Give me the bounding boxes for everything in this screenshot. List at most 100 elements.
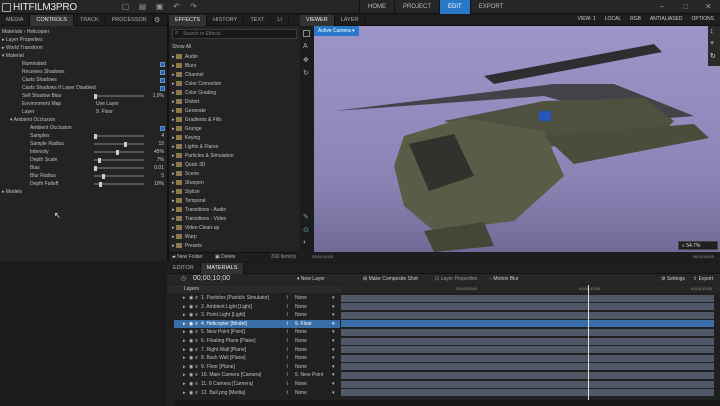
effect-folder-generate[interactable]: ▸ Generate xyxy=(172,107,206,115)
effect-folder-color-grading[interactable]: ▸ Color Grading xyxy=(172,89,216,97)
parent-select[interactable]: None xyxy=(295,294,307,302)
expand-arrow-icon[interactable]: ▸ xyxy=(183,320,186,328)
tab-history[interactable]: HISTORY xyxy=(207,15,245,26)
receives-shadows-checkbox[interactable] xyxy=(160,70,165,75)
illuminated-checkbox[interactable] xyxy=(160,62,165,67)
parent-select[interactable]: None xyxy=(295,389,307,397)
maximize-icon[interactable]: □ xyxy=(683,2,688,11)
effect-folder-audio[interactable]: ▸ Audio xyxy=(172,53,198,61)
parent-select[interactable]: None xyxy=(295,380,307,388)
effects-search[interactable]: ⌕ Search in Effects xyxy=(172,29,297,39)
lock-icon[interactable]: ≡ xyxy=(195,389,198,397)
chevron-down-icon[interactable]: ▾ xyxy=(332,371,335,379)
motion-blur-button[interactable]: ◌ Motion Blur xyxy=(489,276,519,282)
visibility-icon[interactable]: ◉ xyxy=(189,346,193,354)
layer-row[interactable]: ▸ ◉ ≡ 2. Ambient Light [Light] ⌇ None ▾ xyxy=(174,303,340,311)
view-select[interactable]: VIEW: 1 xyxy=(577,16,595,22)
layer-row[interactable]: ▸ ◉ ≡ 1. Particles [Particle Simulator] ⌇ Non… xyxy=(174,294,340,302)
layer-row[interactable]: ▸ ◉ ≡ 8. Back Wall [Plane] ⌇ None ▾ xyxy=(174,354,340,362)
visibility-icon[interactable]: ◉ xyxy=(189,389,193,397)
layer-row[interactable]: ▸ ◉ ≡ 6. Floating Plane [Plane] ⌇ None ▾ xyxy=(174,337,340,345)
camera-select[interactable]: Active Camera ▾ xyxy=(314,26,359,36)
tab-li[interactable]: LI xyxy=(271,15,289,26)
layer-track-bar[interactable] xyxy=(341,337,714,345)
lock-icon[interactable]: ≡ xyxy=(195,380,198,388)
chevron-down-icon[interactable]: ▾ xyxy=(332,303,335,311)
layer-row[interactable]: ▸ ◉ ≡ 7. Right Wall [Plane] ⌇ None ▾ xyxy=(174,346,340,354)
new-layer-button[interactable]: ▾ New Layer xyxy=(297,276,325,282)
zoom-level[interactable]: ⌕ 54.7% xyxy=(678,241,718,250)
tab-home[interactable]: HOME xyxy=(359,0,394,14)
parent-select[interactable]: 9. Floor xyxy=(295,320,312,328)
layer-track-bar[interactable] xyxy=(341,294,714,302)
select-tool-icon[interactable] xyxy=(303,30,310,37)
effect-folder-warp[interactable]: ▸ Warp xyxy=(172,233,197,241)
expand-arrow-icon[interactable]: ▸ xyxy=(183,337,186,345)
expand-arrow-icon[interactable]: ▸ xyxy=(183,363,186,371)
row-layer-properties[interactable]: ▸ Layer Properties xyxy=(2,36,43,44)
settings-button[interactable]: ⚙ Settings xyxy=(661,276,685,282)
new-icon[interactable]: ▢ xyxy=(120,2,131,12)
effect-folder-grunge[interactable]: ▸ Grunge xyxy=(172,125,202,133)
parent-select[interactable]: None xyxy=(295,303,307,311)
visibility-icon[interactable]: ◉ xyxy=(189,371,193,379)
lock-icon[interactable]: ≡ xyxy=(195,337,198,345)
lock-icon[interactable]: ≡ xyxy=(195,303,198,311)
lock-icon[interactable]: ≡ xyxy=(195,294,198,302)
layer-row[interactable]: ▸ ◉ ≡ 12. Ball.png [Media] ⌇ None ▾ xyxy=(174,389,340,397)
local-select[interactable]: LOCAL xyxy=(605,16,621,22)
export-button[interactable]: ⇪ Export xyxy=(693,276,713,282)
timeline-scrollbar[interactable] xyxy=(174,400,720,406)
show-all-select[interactable]: Show All xyxy=(172,43,191,51)
lock-icon[interactable]: ≡ xyxy=(195,311,198,319)
lock-icon[interactable]: ≡ xyxy=(195,354,198,362)
effect-folder-keying[interactable]: ▸ Keying xyxy=(172,134,200,142)
effect-folder-quick-3d[interactable]: ▸ Quick 3D xyxy=(172,161,205,169)
redo-icon[interactable]: ↷ xyxy=(188,2,199,12)
expand-arrow-icon[interactable]: ▸ xyxy=(183,346,186,354)
chevron-down-icon[interactable]: ▾ xyxy=(332,337,335,345)
expand-arrow-icon[interactable]: ▸ xyxy=(183,303,186,311)
visibility-icon[interactable]: ◉ xyxy=(189,311,193,319)
tab-edit[interactable]: EDIT xyxy=(439,0,470,14)
expand-arrow-icon[interactable]: ▸ xyxy=(183,328,186,336)
layer-track-bar[interactable] xyxy=(341,380,714,388)
search-input[interactable]: Search in Effects xyxy=(183,31,221,37)
depth-falloff-slider[interactable]: 10% xyxy=(94,180,164,188)
lock-icon[interactable]: ≡ xyxy=(195,346,198,354)
layer-track-bar[interactable] xyxy=(341,303,714,311)
effect-folder-presets[interactable]: ▸ Presets xyxy=(172,242,202,250)
parent-select[interactable]: None xyxy=(295,337,307,345)
expand-arrow-icon[interactable]: ▸ xyxy=(183,389,186,397)
effect-folder-lights[interactable]: ▸ Lights & Flares xyxy=(172,143,218,151)
rgb-select[interactable]: RGB xyxy=(630,16,641,22)
tab-processor[interactable]: PROCESSOR xyxy=(106,15,154,26)
expand-arrow-icon[interactable]: ▸ xyxy=(183,380,186,388)
samples-slider[interactable]: 4 xyxy=(94,132,164,140)
antialias-select[interactable]: ANTIALIASED xyxy=(650,16,683,22)
effect-folder-transitions-audio[interactable]: ▸ Transitions - Audio xyxy=(172,206,226,214)
expand-arrow-icon[interactable]: ▸ xyxy=(183,294,186,302)
lock-icon[interactable]: ≡ xyxy=(195,363,198,371)
timecode-display[interactable]: 00;00;10;00 xyxy=(193,275,230,282)
bias-slider[interactable]: 0.01 xyxy=(94,164,164,172)
gear-icon[interactable]: ⚙ xyxy=(154,16,160,24)
tab-track[interactable]: TRACK xyxy=(74,15,106,26)
casts-shadows-disabled-checkbox[interactable] xyxy=(160,86,165,91)
effect-folder-blurs[interactable]: ▸ Blurs xyxy=(172,62,196,70)
layer-track-bar[interactable] xyxy=(341,371,714,379)
visibility-icon[interactable]: ◉ xyxy=(189,320,193,328)
layer-row[interactable]: ▸ ◉ ≡ 4. Helicopter [Model] ⌇ 9. Floor ▾ xyxy=(174,319,340,328)
effect-folder-video-cleanup[interactable]: ▸ Video Clean-up xyxy=(172,224,219,232)
visibility-icon[interactable]: ◉ xyxy=(189,328,193,336)
layer-track-bar[interactable] xyxy=(341,363,714,371)
layer-row[interactable]: ▸ ◉ ≡ 10. Main Camera [Camera] ⌇ 5. New Point… xyxy=(174,371,340,379)
text-tool-icon[interactable]: A xyxy=(303,43,308,50)
row-models[interactable]: ▸ Models xyxy=(2,188,22,196)
move-tool-icon[interactable]: ✥ xyxy=(303,56,309,64)
chevron-down-icon[interactable]: ▾ xyxy=(332,389,335,397)
tab-layer[interactable]: LAYER xyxy=(335,15,366,26)
parent-select[interactable]: None xyxy=(295,354,307,362)
row-ambient-occlusion-group[interactable]: ▾ Ambient Occlusion xyxy=(10,116,55,124)
helicopter-model[interactable] xyxy=(314,26,720,252)
